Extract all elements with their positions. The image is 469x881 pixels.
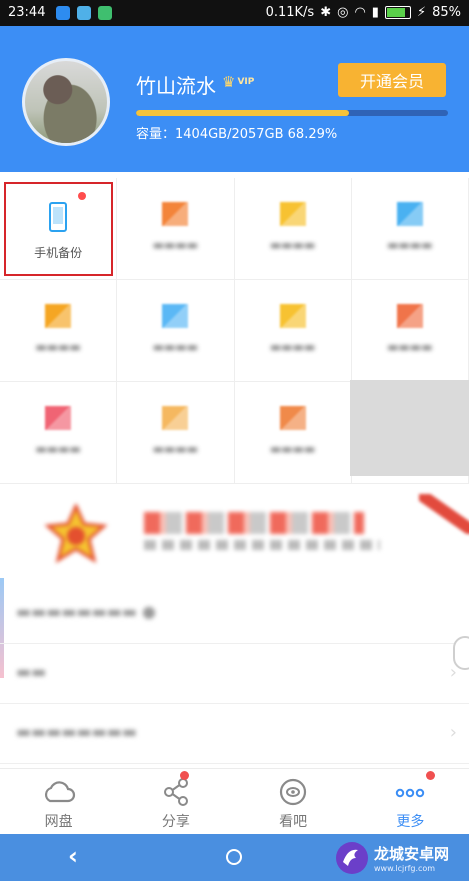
blurred-icon [396, 202, 423, 226]
avatar-image [25, 61, 107, 143]
grid-item[interactable]: ▬▬▬▬ [117, 382, 235, 484]
battery-percent: 85% [432, 5, 461, 20]
grid-item[interactable]: 手机备份 [0, 178, 118, 280]
cloud-icon [44, 781, 75, 803]
grid-item[interactable]: ▬▬▬▬ [234, 178, 352, 280]
banner-ribbon [419, 494, 469, 534]
app-notification-icon [77, 6, 91, 20]
notification-dot [426, 771, 435, 780]
watermark-url: www.lcjrfg.com [374, 863, 436, 873]
list-item-blurred: ▬▬▬▬▬▬▬▬ [16, 722, 137, 741]
list-item-blurred: ▬▬ [16, 662, 47, 681]
storage-quota-text: 容量：1404GB/2057GB 68.29% [136, 127, 338, 142]
charging-icon: ⚡ [416, 5, 427, 20]
network-speed: 0.11K/s [265, 5, 315, 20]
wifi-icon: ◠ [354, 5, 366, 20]
app-notification-icon [56, 6, 70, 20]
phone-icon [43, 202, 73, 232]
scroll-handle[interactable] [453, 636, 469, 670]
nav-item-netdisk[interactable]: 网盘 [0, 769, 117, 834]
blurred-icon [162, 406, 189, 430]
grid-item-label: 手机备份 [34, 246, 83, 260]
more-icon [396, 788, 425, 798]
profile-header: 竹山流水 ♛ VIP 开通会员 容量：1404GB/2057GB 68.29% [0, 26, 469, 172]
grid-item[interactable]: ▬▬▬▬ [351, 280, 469, 382]
notification-icons [56, 6, 112, 20]
grid-item-blurred-label: ▬▬▬▬ [387, 238, 433, 252]
crown-icon: ♛ [222, 73, 236, 91]
grid-item-blurred-label: ▬▬▬▬ [35, 340, 81, 354]
grid-item[interactable]: ▬▬▬▬ [351, 178, 469, 280]
grid-item-blurred-label: ▬▬▬▬ [269, 340, 316, 354]
vip-badge[interactable]: ♛ VIP [222, 73, 254, 91]
battery-icon [384, 6, 411, 19]
dragon-logo-icon [336, 841, 368, 874]
vip-label: VIP [237, 77, 255, 87]
nav-label: 分享 [161, 814, 190, 830]
nav-item-watch[interactable]: 看吧 [235, 769, 352, 834]
blurred-icon [162, 202, 189, 226]
grid-item-blurred-label: ▬▬▬▬ [269, 238, 316, 252]
blurred-icon [279, 406, 306, 430]
grid-item-blurred-label: ▬▬▬▬ [152, 238, 199, 252]
blurred-icon [45, 304, 72, 328]
grid-item-blurred-label: ▬▬▬▬ [152, 442, 199, 456]
grid-item[interactable]: ▬▬▬▬ [0, 382, 118, 484]
username: 竹山流水 [136, 74, 216, 98]
star-badge-icon [44, 504, 108, 564]
status-time: 23:44 [8, 5, 46, 20]
banner-title [144, 512, 364, 534]
grid-item[interactable]: ▬▬▬▬ [234, 280, 352, 382]
list-item[interactable]: ▬▬▬▬▬▬▬▬ › [0, 704, 469, 764]
promo-banner[interactable] [0, 494, 469, 574]
grid-item-blurred-label: ▬▬▬▬ [35, 442, 81, 456]
nav-item-share[interactable]: 分享 [117, 769, 234, 834]
nav-label: 看吧 [279, 814, 308, 830]
notification-dot [78, 192, 87, 200]
eye-icon [280, 778, 307, 806]
grid-item[interactable]: ▬▬▬▬ [117, 178, 235, 280]
notification-dot [179, 771, 189, 780]
blurred-icon [279, 202, 306, 226]
grid-item-blurred-label: ▬▬▬▬ [269, 442, 316, 456]
placeholder-block [350, 380, 469, 476]
share-icon [163, 778, 188, 806]
app-notification-icon [98, 6, 112, 20]
watermark: 龙城安卓网 www.lcjrfg.com [334, 834, 469, 881]
storage-progress-fill [136, 110, 350, 116]
list-item-blurred: ▬▬▬▬▬▬▬▬ ● [16, 602, 156, 621]
status-bar: 23:44 0.11K/s ✱ ◎ ◠ ▮ ⚡ 85% [0, 0, 469, 26]
storage-progress-bar [136, 110, 448, 116]
nav-label: 网盘 [44, 814, 73, 830]
watermark-title: 龙城安卓网 [374, 844, 450, 863]
chevron-right-icon: › [449, 722, 457, 743]
nav-item-more[interactable]: 更多 [352, 769, 469, 834]
blurred-icon [279, 304, 306, 328]
signal-icon: ▮ [371, 5, 379, 20]
bottom-nav: 网盘 分享 看吧 更多 [0, 768, 469, 834]
grid-item-blurred-label: ▬▬▬▬ [387, 340, 433, 354]
blurred-icon [45, 406, 72, 430]
nav-label: 更多 [396, 814, 425, 830]
list-item[interactable]: ▬▬ › [0, 644, 469, 704]
home-icon[interactable] [226, 849, 242, 865]
blurred-icon [162, 304, 189, 328]
grid-item[interactable]: ▬▬▬▬ [234, 382, 352, 484]
alarm-icon: ◎ [337, 5, 349, 20]
grid-item[interactable]: ▬▬▬▬ [0, 280, 118, 382]
blurred-icon [396, 304, 423, 328]
back-icon[interactable]: ‹ [68, 842, 78, 870]
status-right: 0.11K/s ✱ ◎ ◠ ▮ ⚡ 85% [266, 5, 461, 20]
banner-subtitle [144, 540, 380, 550]
grid-item[interactable]: ▬▬▬▬ [117, 280, 235, 382]
bluetooth-icon: ✱ [320, 5, 332, 20]
open-member-button[interactable]: 开通会员 [338, 63, 446, 97]
avatar[interactable] [22, 58, 110, 146]
grid-item-blurred-label: ▬▬▬▬ [152, 340, 199, 354]
list-item[interactable]: ▬▬▬▬▬▬▬▬ ● [0, 584, 469, 644]
